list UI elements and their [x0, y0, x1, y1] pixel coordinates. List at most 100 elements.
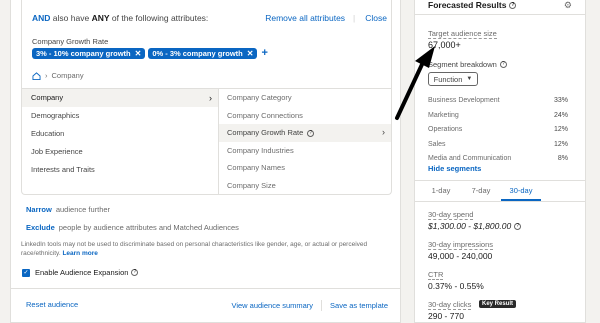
attribute-chip[interactable]: 0% - 3% company growth ✕: [148, 48, 258, 59]
segment-pct: 12%: [553, 140, 568, 148]
narrow-text: audience further: [55, 205, 111, 214]
spend-value-text: $1,300.00 - $1,800.00: [428, 221, 512, 231]
tab-7-day[interactable]: 7-day: [461, 181, 501, 201]
forecast-title-text: Forecasted Results: [428, 0, 507, 10]
category-item-job-experience[interactable]: Job Experience: [22, 143, 218, 161]
info-icon[interactable]: ?: [509, 1, 517, 9]
info-icon[interactable]: ?: [499, 61, 507, 68]
subcategory-item[interactable]: Company Industries: [219, 142, 391, 160]
target-audience-label: Target audience size: [428, 29, 497, 39]
breadcrumb: › Company: [32, 71, 84, 80]
header-text-2: of the following attributes:: [111, 13, 209, 23]
subcategory-label: Company Industries: [227, 145, 294, 155]
attribute-box: AND also have ANY of the following attri…: [21, 0, 392, 195]
divider: [415, 201, 585, 202]
remove-all-attributes-link[interactable]: Remove all attributes: [265, 13, 345, 23]
category-item-demographics[interactable]: Demographics: [22, 107, 218, 125]
subcategory-item[interactable]: Company Category: [219, 89, 391, 107]
hide-segments-link[interactable]: Hide segments: [428, 164, 481, 173]
caret-down-icon: ▼: [466, 76, 473, 82]
targeting-card: AND also have ANY of the following attri…: [10, 0, 401, 323]
subcategory-label: Company Size: [227, 180, 276, 190]
segment-row: Business Development 33%: [428, 94, 568, 109]
disclaimer: LinkedIn tools may not be used to discri…: [21, 240, 381, 258]
subcategory-label: Company Category: [227, 93, 292, 102]
category-label: Interests and Traits: [31, 165, 95, 174]
expansion-label: Enable Audience Expansion: [35, 268, 129, 277]
segment-row: Marketing 24%: [428, 109, 568, 124]
chip-label: 3% - 10% company growth: [36, 49, 131, 58]
chevron-right-icon: ›: [209, 93, 212, 103]
close-icon[interactable]: ✕: [135, 49, 142, 58]
chip-group: 3% - 10% company growth ✕ 0% - 3% compan…: [32, 48, 268, 59]
add-icon[interactable]: +: [261, 48, 267, 59]
impressions-label: 30-day impressions: [428, 240, 494, 250]
subcategory-label: Company Connections: [227, 110, 303, 120]
home-icon[interactable]: [32, 71, 41, 80]
segment-pct: 24%: [553, 111, 568, 119]
footer-actions: View audience summary Save as template: [231, 300, 388, 311]
category-item-interests[interactable]: Interests and Traits: [22, 161, 218, 179]
save-template-link[interactable]: Save as template: [330, 301, 388, 310]
expansion-checkbox[interactable]: ✓: [22, 268, 30, 277]
segment-name: Sales: [428, 140, 446, 148]
spend-label: 30-day spend: [428, 210, 474, 220]
tab-30-day[interactable]: 30-day: [501, 181, 541, 201]
segment-list: Business Development 33% Marketing 24% Ope…: [428, 94, 568, 167]
chip-label: 0% - 3% company growth: [152, 49, 243, 58]
segment-row: Sales 12%: [428, 138, 568, 153]
exclude-button[interactable]: Exclude: [26, 223, 55, 232]
any-operator[interactable]: ANY: [92, 13, 110, 23]
breadcrumb-separator: ›: [45, 71, 48, 80]
attribute-header: AND also have ANY of the following attri…: [32, 13, 387, 27]
key-result-badge: Key Result: [479, 300, 517, 308]
category-label: Company Growth Rate: [32, 37, 109, 46]
category-item-education[interactable]: Education: [22, 125, 218, 143]
category-item-company[interactable]: Company ›: [22, 89, 218, 107]
ctr-value: 0.37% - 0.55%: [428, 281, 484, 291]
tab-1-day[interactable]: 1-day: [421, 181, 461, 201]
spend-value: $1,300.00 - $1,800.00?: [428, 221, 522, 231]
exclude-row: Exclude people by audience attributes and…: [26, 223, 239, 232]
category-label: Job Experience: [31, 147, 83, 156]
learn-more-link[interactable]: Learn more: [62, 250, 97, 257]
category-list: Company › Demographics Education Job Expe…: [22, 89, 218, 194]
subcategory-item-growth-rate[interactable]: Company Growth Rate? ›: [219, 124, 391, 142]
annotation-arrow-icon: [395, 46, 435, 120]
divider: [415, 14, 585, 15]
subcategory-item[interactable]: Company Connections: [219, 107, 391, 125]
and-operator[interactable]: AND: [32, 13, 50, 23]
help-icon[interactable]: ?: [307, 129, 315, 137]
subcategory-list: Company Category Company Connections Com…: [219, 89, 391, 194]
subcategory-label: Company Names: [227, 163, 285, 172]
ctr-label: CTR: [428, 270, 444, 280]
segment-pct: 33%: [553, 97, 568, 104]
info-icon[interactable]: ?: [514, 222, 522, 230]
narrow-row: Narrow audience further: [26, 205, 110, 214]
clicks-label: 30-day clicks: [428, 300, 472, 310]
segment-pct: 8%: [557, 155, 568, 162]
divider: |: [353, 13, 356, 23]
audience-expansion[interactable]: ✓ Enable Audience Expansion ?: [22, 268, 139, 277]
info-icon[interactable]: ?: [131, 269, 139, 276]
close-link[interactable]: Close: [365, 13, 387, 23]
segment-row: Operations 12%: [428, 123, 568, 138]
subcategory-label: Company Growth Rate: [227, 128, 304, 137]
period-tabs: 1-day 7-day 30-day: [421, 181, 541, 201]
subcategory-item[interactable]: Company Names: [219, 159, 391, 177]
gear-icon[interactable]: ⚙: [564, 0, 572, 11]
narrow-button[interactable]: Narrow: [26, 205, 52, 214]
divider: [321, 300, 323, 311]
forecast-title: Forecasted Results ?: [428, 0, 517, 10]
divider: [11, 288, 400, 289]
category-label: Demographics: [31, 111, 80, 120]
category-label: Company: [31, 93, 64, 102]
subcategory-item[interactable]: Company Size: [219, 177, 391, 195]
clicks-value: 290 - 770: [428, 311, 464, 321]
attribute-chip[interactable]: 3% - 10% company growth ✕: [32, 48, 146, 59]
close-icon[interactable]: ✕: [247, 49, 254, 58]
reset-audience-link[interactable]: Reset audience: [26, 300, 78, 309]
header-text: also have: [52, 13, 90, 23]
view-audience-summary-link[interactable]: View audience summary: [231, 301, 313, 310]
breadcrumb-current: Company: [51, 71, 84, 80]
